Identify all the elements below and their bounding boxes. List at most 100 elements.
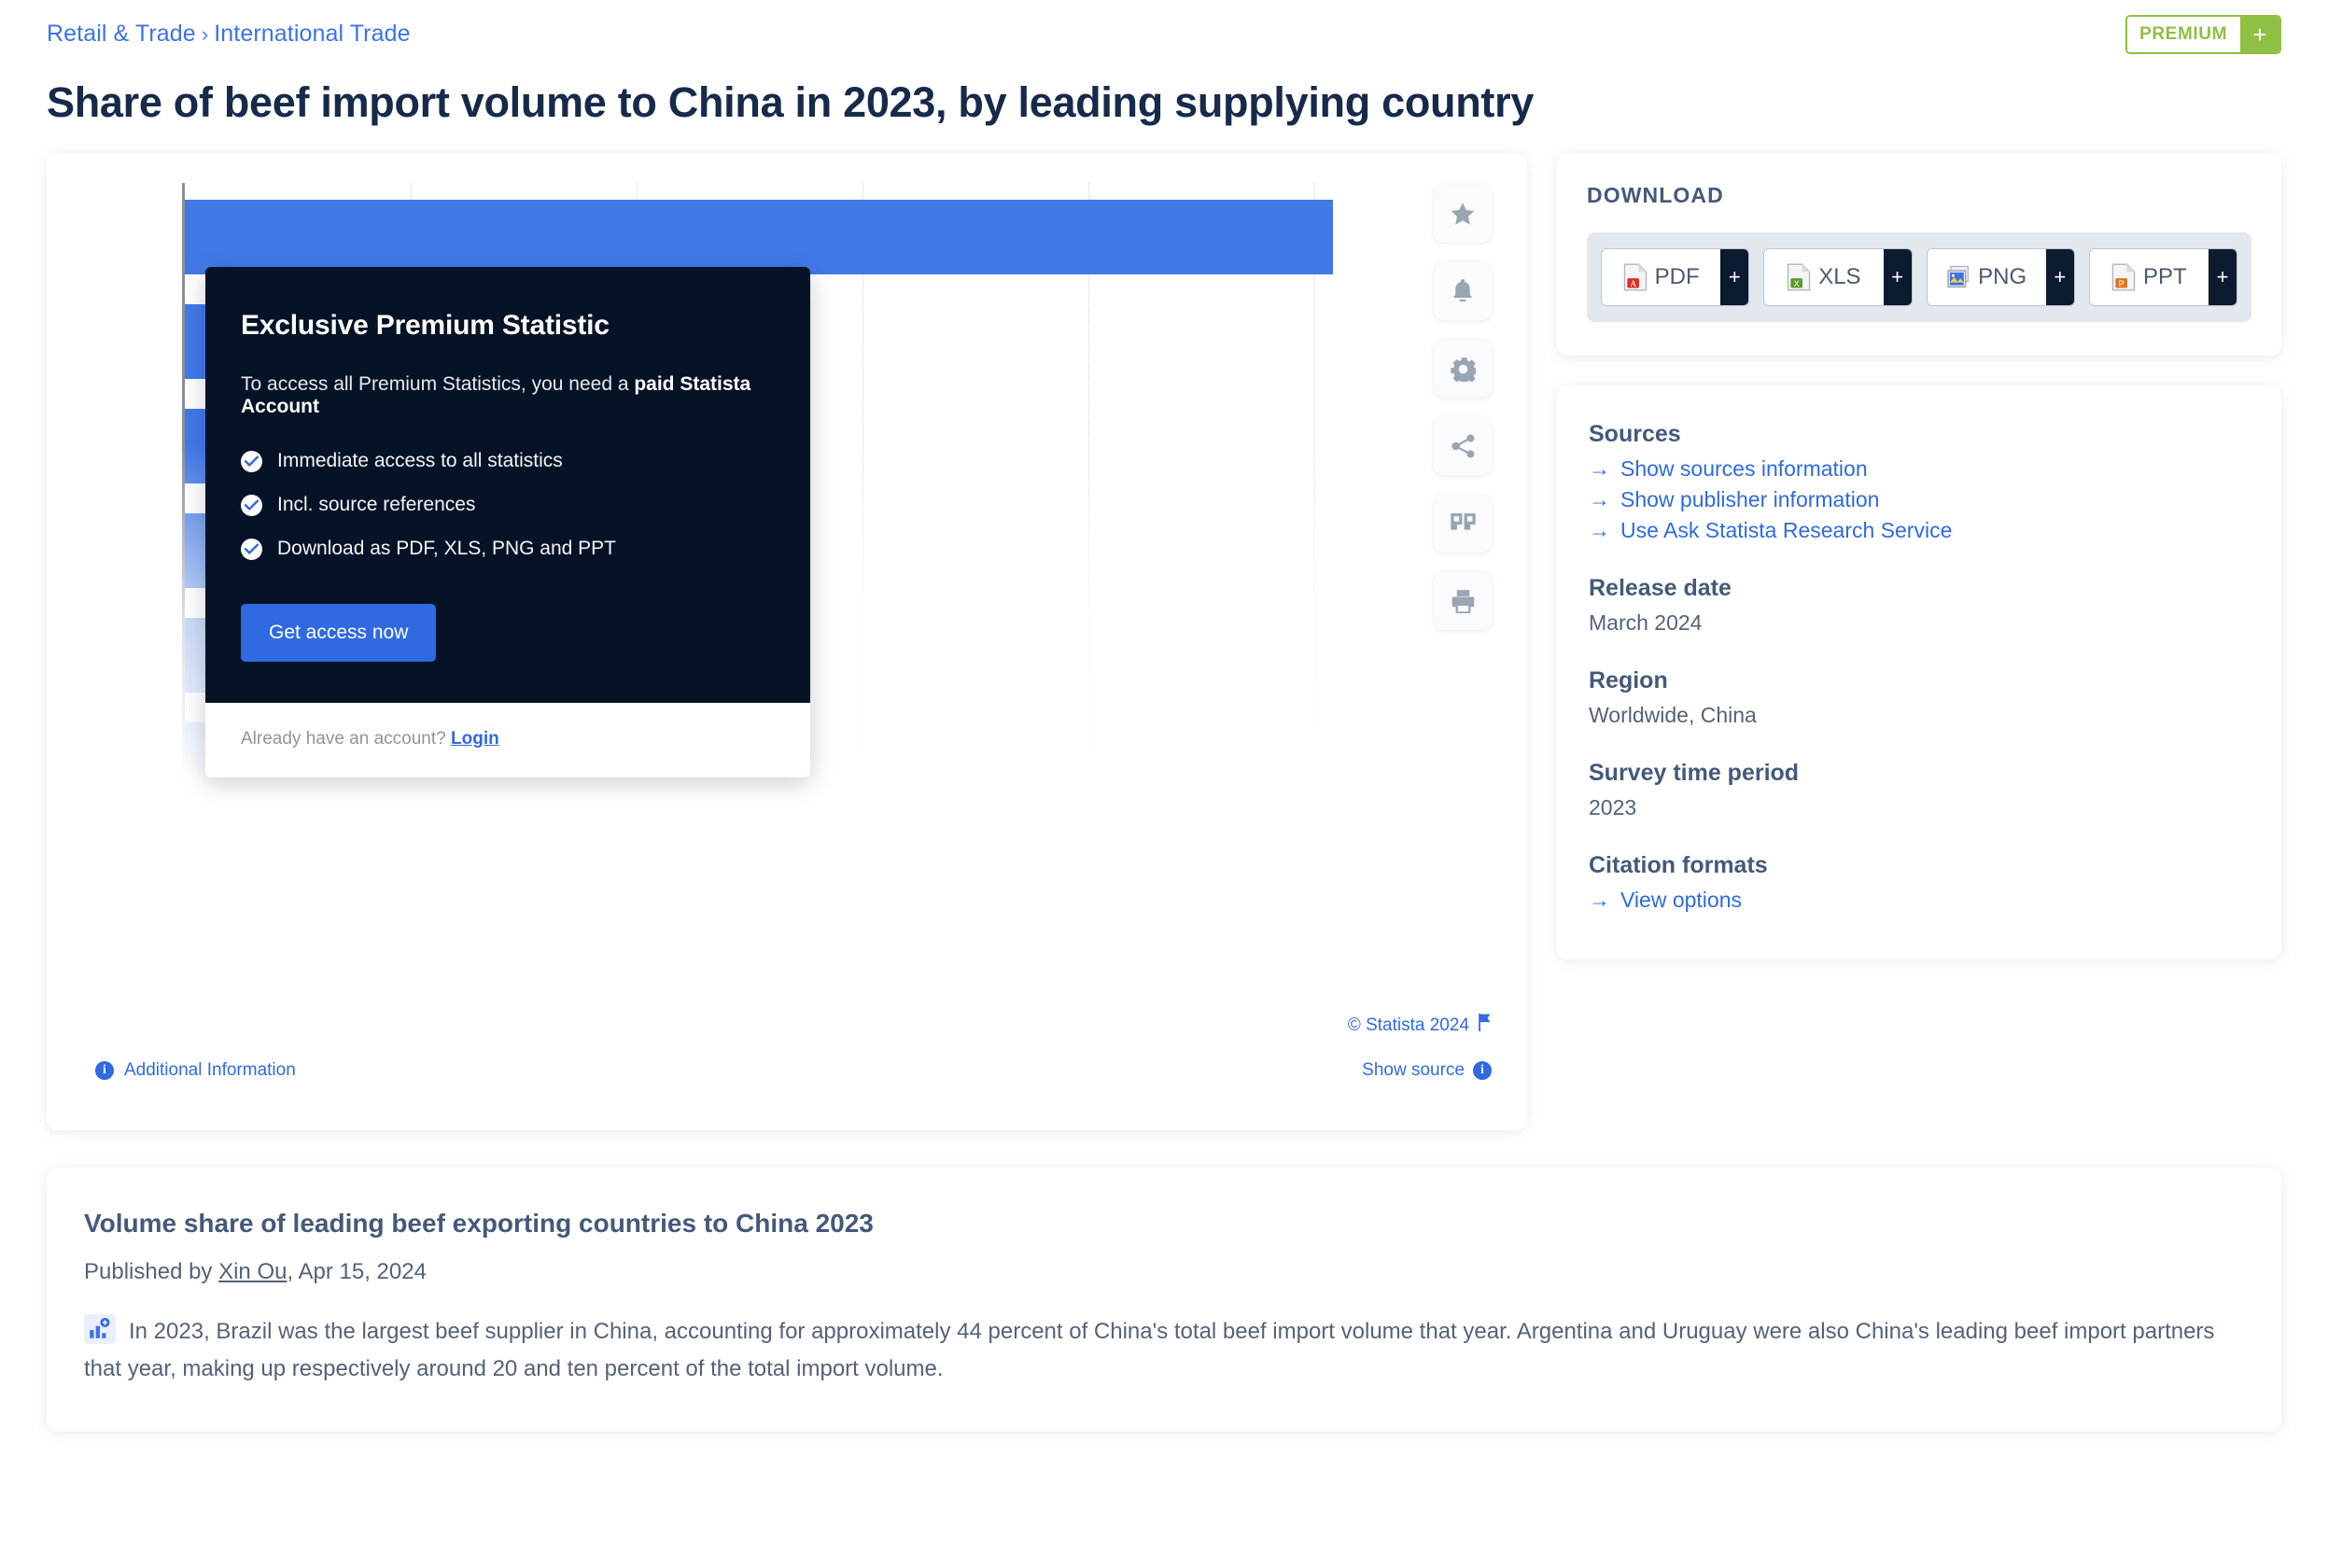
ppt-file-icon: P xyxy=(2111,263,2136,291)
svg-text:P: P xyxy=(2119,279,2125,288)
login-prompt-text: Already have an account? xyxy=(241,729,451,749)
statistic-chart-icon xyxy=(84,1314,116,1344)
show-source-button[interactable]: Show source i xyxy=(1362,1060,1492,1081)
published-by-label: Published by xyxy=(84,1259,219,1284)
additional-information-label: Additional Information xyxy=(124,1060,296,1080)
author-link[interactable]: Xin Ou xyxy=(218,1259,287,1284)
release-date-value: March 2024 xyxy=(1589,610,1703,635)
download-xls-face[interactable]: X XLS xyxy=(1764,249,1884,305)
citation-view-options-label: View options xyxy=(1620,888,1742,912)
download-png-plus-icon[interactable]: + xyxy=(2045,249,2074,305)
png-file-icon xyxy=(1946,263,1970,291)
paywall-feature-label: Immediate access to all statistics xyxy=(277,450,563,471)
paywall-subtitle-text: To access all Premium Statistics, you ne… xyxy=(241,373,635,395)
arrow-right-icon: → xyxy=(1589,487,1610,511)
xls-file-icon: X xyxy=(1787,263,1811,291)
download-ppt-face[interactable]: P PPT xyxy=(2089,249,2209,305)
description-byline: Published by Xin Ou, Apr 15, 2024 xyxy=(84,1259,2244,1285)
show-source-label: Show source xyxy=(1362,1060,1465,1080)
metadata-panel: Sources → Show sources information → Sho… xyxy=(1557,385,2281,959)
breadcrumb-item-retail-trade[interactable]: Retail & Trade xyxy=(47,21,196,47)
show-publisher-information-label: Show publisher information xyxy=(1620,487,1880,511)
ask-statista-research-service-label: Use Ask Statista Research Service xyxy=(1620,518,1953,542)
main-content: Exclusive Premium Statistic To access al… xyxy=(47,153,2281,1130)
star-icon xyxy=(1450,202,1476,227)
paywall-feature: Immediate access to all statistics xyxy=(241,450,775,472)
svg-text:X: X xyxy=(1794,279,1800,288)
quote-icon xyxy=(1450,513,1476,534)
check-icon xyxy=(241,494,262,516)
premium-paywall-overlay: Exclusive Premium Statistic To access al… xyxy=(205,267,810,777)
sources-heading: Sources xyxy=(1589,421,1681,447)
show-sources-information-label: Show sources information xyxy=(1620,456,1868,481)
survey-time-period-value: 2023 xyxy=(1589,795,1637,819)
citation-view-options-link[interactable]: → View options xyxy=(1589,888,2250,913)
show-publisher-information-link[interactable]: → Show publisher information xyxy=(1589,487,2250,512)
download-pdf-plus-icon[interactable]: + xyxy=(1720,249,1749,305)
download-ppt-label: PPT xyxy=(2143,264,2187,289)
copyright-text: © Statista 2024 xyxy=(1347,1015,1469,1035)
check-icon xyxy=(241,450,262,472)
breadcrumb: Retail & Trade › International Trade xyxy=(47,21,2281,48)
paywall-feature-label: Incl. source references xyxy=(277,494,476,515)
download-png-face[interactable]: PNG xyxy=(1927,249,2046,305)
get-access-now-button[interactable]: Get access now xyxy=(241,604,437,662)
download-ppt-button[interactable]: P PPT + xyxy=(2088,248,2237,306)
print-button[interactable] xyxy=(1434,572,1492,630)
paywall-feature: Download as PDF, XLS, PNG and PPT xyxy=(241,538,775,560)
arrow-right-icon: → xyxy=(1589,456,1610,481)
region-value: Worldwide, China xyxy=(1589,703,1757,727)
paywall-subtitle: To access all Premium Statistics, you ne… xyxy=(241,373,775,418)
download-png-label: PNG xyxy=(1978,264,2027,289)
gear-icon xyxy=(1450,357,1476,382)
bell-icon xyxy=(1451,278,1475,304)
premium-badge[interactable]: PREMIUM + xyxy=(2125,15,2281,54)
show-sources-information-link[interactable]: → Show sources information xyxy=(1589,456,2250,482)
cite-button[interactable] xyxy=(1434,495,1492,553)
survey-time-period-heading: Survey time period xyxy=(1589,760,1800,786)
info-icon: i xyxy=(1473,1061,1492,1080)
region-heading: Region xyxy=(1589,667,1668,693)
check-icon xyxy=(241,538,262,560)
additional-information-button[interactable]: i Additional Information xyxy=(95,1060,296,1081)
settings-button[interactable] xyxy=(1434,340,1492,398)
flag-icon[interactable] xyxy=(1478,1014,1492,1037)
svg-text:A: A xyxy=(1630,279,1636,288)
paywall-feature: Incl. source references xyxy=(241,494,775,516)
premium-badge-plus-icon: + xyxy=(2240,17,2279,52)
chart-bar xyxy=(185,200,1333,274)
chart-action-rail xyxy=(1434,185,1492,630)
print-icon xyxy=(1451,589,1476,613)
description-body: In 2023, Brazil was the largest beef sup… xyxy=(84,1319,2215,1381)
breadcrumb-item-international-trade[interactable]: International Trade xyxy=(214,21,410,47)
sidebar: DOWNLOAD A PDF + X XLS + PNG + P PPT + S… xyxy=(1557,153,2281,959)
release-date-heading: Release date xyxy=(1589,575,1732,601)
login-link[interactable]: Login xyxy=(451,729,499,749)
arrow-right-icon: → xyxy=(1589,888,1610,912)
page-header: Retail & Trade › International Trade PREMI… xyxy=(47,0,2281,75)
description-body-row: In 2023, Brazil was the largest beef sup… xyxy=(84,1313,2244,1387)
ask-statista-research-service-link[interactable]: → Use Ask Statista Research Service xyxy=(1589,518,2250,543)
breadcrumb-separator: › xyxy=(201,22,209,46)
download-panel: DOWNLOAD A PDF + X XLS + PNG + P PPT + xyxy=(1557,153,2281,356)
published-date: , Apr 15, 2024 xyxy=(287,1259,427,1284)
share-icon xyxy=(1451,434,1476,458)
paywall-feature-label: Download as PDF, XLS, PNG and PPT xyxy=(277,538,616,559)
page-title: Share of beef import volume to China in … xyxy=(47,78,1535,126)
download-xls-label: XLS xyxy=(1818,264,1861,289)
citation-formats-heading: Citation formats xyxy=(1589,852,1768,878)
paywall-body: Exclusive Premium Statistic To access al… xyxy=(205,267,810,703)
arrow-right-icon: → xyxy=(1589,518,1610,542)
download-pdf-face[interactable]: A PDF xyxy=(1602,249,1721,305)
download-ppt-plus-icon[interactable]: + xyxy=(2209,249,2237,305)
download-png-button[interactable]: PNG + xyxy=(1926,248,2075,306)
share-button[interactable] xyxy=(1434,417,1492,475)
pdf-file-icon: A xyxy=(1623,263,1648,291)
download-xls-button[interactable]: X XLS + xyxy=(1763,248,1913,306)
download-heading: DOWNLOAD xyxy=(1587,183,1724,207)
favorite-button[interactable] xyxy=(1434,185,1492,243)
notify-button[interactable] xyxy=(1434,262,1492,320)
download-pdf-button[interactable]: A PDF + xyxy=(1601,248,1750,306)
download-pdf-label: PDF xyxy=(1654,264,1700,289)
download-xls-plus-icon[interactable]: + xyxy=(1883,249,1912,305)
